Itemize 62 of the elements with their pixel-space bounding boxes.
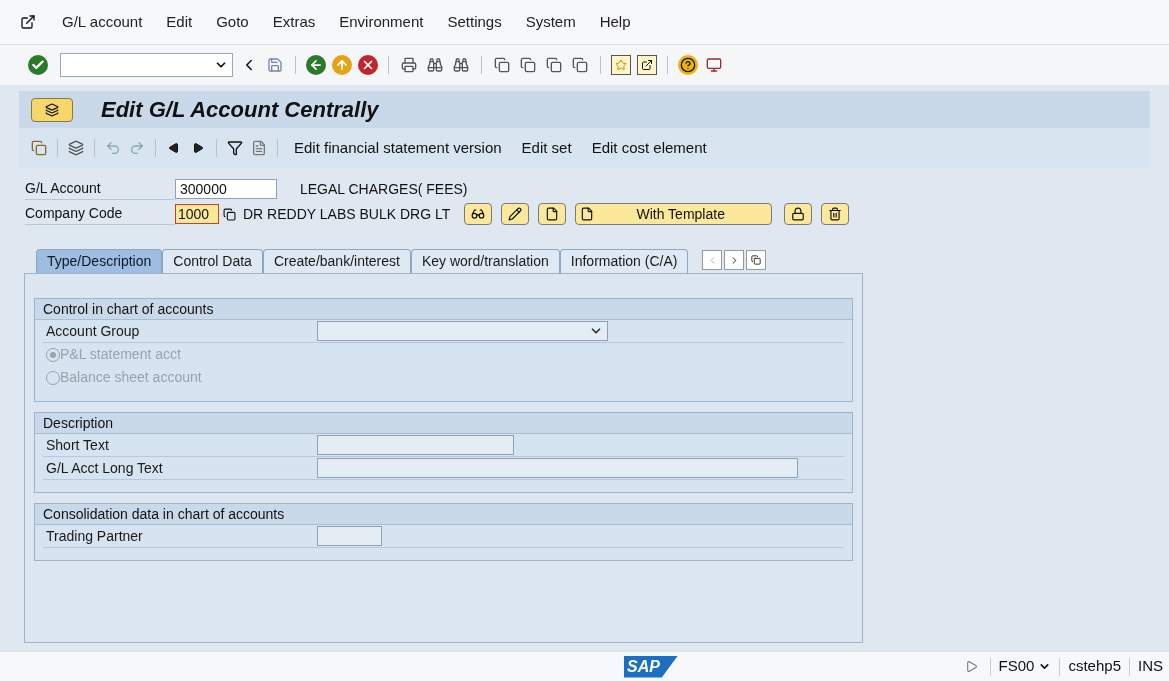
radio-label: P&L statement acct: [60, 345, 181, 364]
blank-page-icon[interactable]: [538, 203, 567, 225]
company-description: DR REDDY LABS BULK DRG LT: [243, 204, 451, 224]
menu-item[interactable]: Edit: [166, 10, 193, 34]
lock-icon[interactable]: [784, 203, 813, 225]
gl-account-field[interactable]: 300000: [175, 179, 277, 199]
menu-toggle-icon[interactable]: [31, 97, 73, 122]
sap-logo: SAP: [624, 655, 678, 678]
glasses-icon[interactable]: [464, 203, 493, 225]
menu-item[interactable]: G/L account: [62, 10, 143, 34]
tab-scroll-left-icon[interactable]: [702, 250, 723, 270]
tab-scroll-right-icon[interactable]: [724, 250, 745, 270]
account-description: LEGAL CHARGES( FEES): [300, 179, 468, 199]
menu-item[interactable]: Goto: [216, 10, 249, 34]
text-field[interactable]: [317, 458, 798, 478]
toolbar-button[interactable]: Edit cost element: [583, 136, 715, 160]
help-icon[interactable]: [678, 55, 698, 75]
field-label: Short Text: [45, 435, 110, 455]
field-label: G/L Acct Long Text: [45, 458, 164, 478]
back-icon[interactable]: [306, 55, 326, 75]
text-field[interactable]: [317, 435, 514, 455]
layout-menu-icon[interactable]: [704, 55, 724, 75]
cancel-icon[interactable]: [358, 55, 378, 75]
section-title: Description: [35, 413, 852, 434]
tab-list-icon[interactable]: [746, 250, 767, 270]
save-icon[interactable]: [265, 55, 285, 75]
tab[interactable]: Information (C/A): [559, 249, 689, 273]
toolbar-button[interactable]: Edit set: [513, 136, 580, 160]
company-code-field[interactable]: 1000: [175, 204, 219, 224]
radio-label: Balance sheet account: [60, 368, 202, 387]
text-field[interactable]: [317, 526, 382, 546]
find-next-icon[interactable]: [451, 55, 471, 75]
menu-item[interactable]: Environment: [339, 10, 424, 34]
tab[interactable]: Control Data: [162, 249, 263, 273]
field-label: Account Group: [45, 321, 141, 341]
section-title: Control in chart of accounts: [35, 299, 852, 320]
trash-icon[interactable]: [821, 203, 850, 225]
find-icon[interactable]: [425, 55, 445, 75]
screen-title: Edit G/L Account Centrally: [101, 96, 379, 124]
new-session-icon[interactable]: [611, 55, 631, 75]
shortcut-icon[interactable]: [637, 55, 657, 75]
toolbar-button[interactable]: Edit financial statement version: [286, 136, 510, 160]
enter-icon[interactable]: [28, 55, 48, 75]
menu-item[interactable]: Extras: [272, 10, 316, 34]
tab[interactable]: Key word/translation: [410, 249, 560, 273]
section-title: Consolidation data in chart of accounts: [35, 504, 852, 525]
print-icon[interactable]: [399, 55, 419, 75]
tab[interactable]: Create/bank/interest: [262, 249, 411, 273]
with-template-button[interactable]: With Template: [575, 203, 773, 225]
menu-item[interactable]: Help: [599, 10, 631, 34]
blank-page-icon: [580, 207, 595, 221]
input-mode: INS: [1138, 656, 1163, 677]
command-field[interactable]: [60, 53, 233, 77]
transaction-code[interactable]: FS00: [998, 655, 1052, 678]
menu-item[interactable]: System: [525, 10, 576, 34]
server-name: cstehp5: [1068, 656, 1121, 677]
pencil-icon[interactable]: [501, 203, 530, 225]
system-menu-icon[interactable]: [18, 12, 38, 32]
tab[interactable]: Type/Description: [36, 249, 163, 273]
filter-icon[interactable]: [225, 138, 245, 158]
menu-item[interactable]: Settings: [447, 10, 502, 34]
field-label: Trading Partner: [45, 526, 144, 546]
